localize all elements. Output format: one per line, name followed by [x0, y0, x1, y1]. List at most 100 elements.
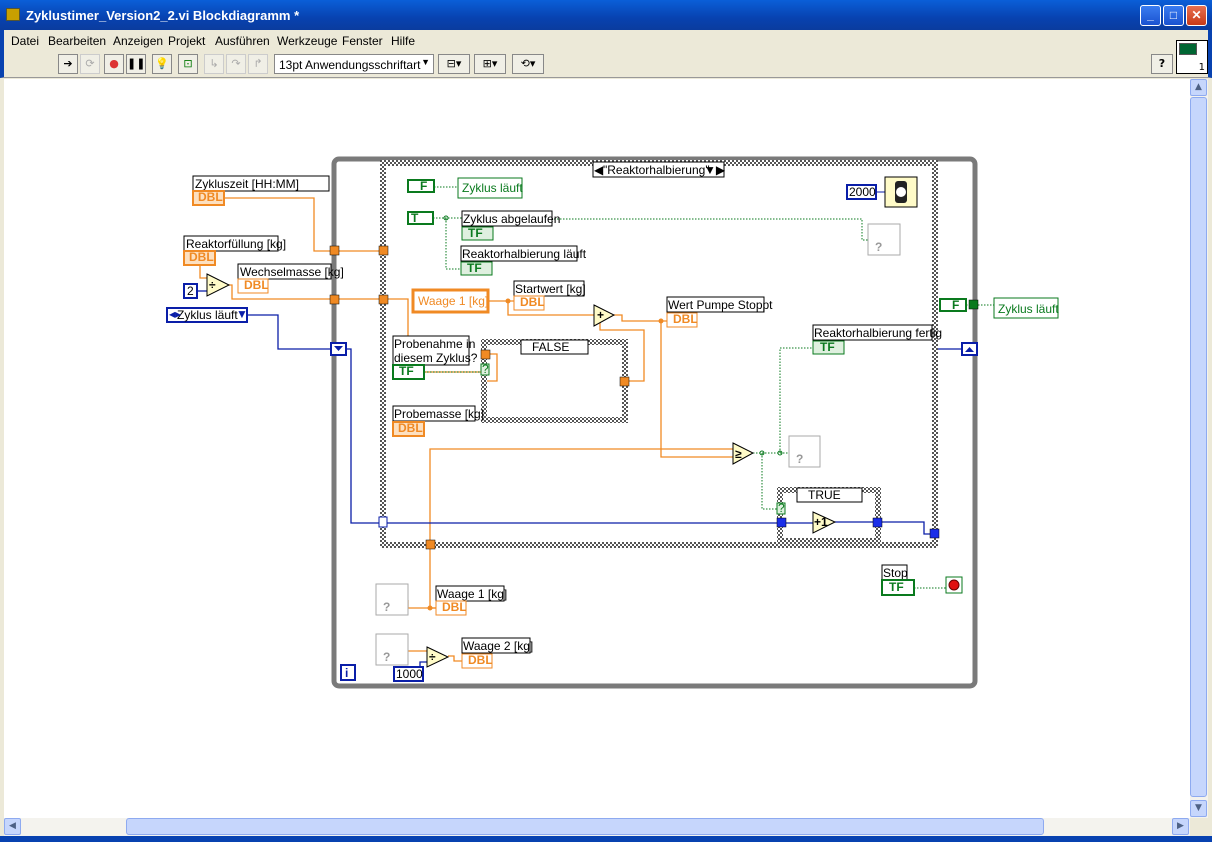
- menu-projekt[interactable]: Projekt: [168, 34, 205, 48]
- svg-text:TF: TF: [820, 340, 835, 354]
- menu-bar: Datei Bearbeiten Anzeigen Projekt Ausfüh…: [0, 30, 1212, 50]
- label-reaktorfuellung: Reaktorfüllung [kg]: [186, 237, 286, 251]
- svg-text:÷: ÷: [429, 650, 436, 664]
- shift-register-left[interactable]: [330, 342, 347, 356]
- svg-text:DBL: DBL: [468, 653, 493, 667]
- step-into-icon[interactable]: ↳: [204, 54, 224, 74]
- bool-control-probenahme[interactable]: TF: [392, 364, 425, 380]
- menu-hilfe[interactable]: Hilfe: [391, 34, 415, 48]
- unknown-subvi-icon[interactable]: ?: [867, 223, 901, 256]
- constant-wait-ms[interactable]: 2000: [846, 184, 877, 200]
- vi-icon[interactable]: 1: [1176, 40, 1208, 74]
- menu-fenster[interactable]: Fenster: [342, 34, 383, 48]
- bool-constant-false[interactable]: F: [407, 179, 435, 193]
- bool-constant-true[interactable]: T: [407, 211, 434, 225]
- svg-text:TF: TF: [467, 261, 482, 275]
- distribute-icon[interactable]: ⊞▾: [474, 54, 506, 74]
- highlight-execution-icon[interactable]: 💡: [152, 54, 172, 74]
- scroll-left-button[interactable]: ◀: [4, 818, 21, 835]
- unknown-subvi-icon[interactable]: ?: [788, 435, 821, 468]
- step-out-icon[interactable]: ↱: [248, 54, 268, 74]
- bool-indicator-zyklus-abgelaufen[interactable]: TF: [461, 226, 494, 241]
- shift-register-right[interactable]: [961, 342, 978, 356]
- stop-condition-terminal[interactable]: [945, 576, 963, 594]
- constant-thousand[interactable]: 1000: [393, 666, 424, 682]
- maximize-button[interactable]: □: [1163, 5, 1184, 26]
- block-diagram-canvas[interactable]: "Reaktorhalbierung" ◀ ▼▶ FALSE TRUE Zykl…: [4, 79, 1190, 818]
- scroll-right-button[interactable]: ▶: [1172, 818, 1189, 835]
- svg-text:DBL: DBL: [673, 312, 698, 326]
- case-selector-terminal-false: ?: [482, 362, 489, 376]
- svg-text:?: ?: [875, 240, 882, 254]
- menu-anzeigen[interactable]: Anzeigen: [113, 34, 163, 48]
- decrement-arrow-icon[interactable]: ◀: [594, 163, 604, 177]
- svg-text:Zyklus läuft: Zyklus läuft: [177, 308, 238, 322]
- scroll-down-button[interactable]: ▼: [1190, 800, 1207, 817]
- svg-text:Zyklus läuft: Zyklus läuft: [462, 181, 523, 195]
- dbl-control-zykluszeit[interactable]: DBL: [192, 190, 225, 206]
- svg-text:+: +: [597, 308, 604, 322]
- svg-text:F: F: [952, 298, 959, 312]
- align-icon[interactable]: ⊟▾: [438, 54, 470, 74]
- reorder-icon[interactable]: ⟲▾: [512, 54, 544, 74]
- menu-datei[interactable]: Datei: [11, 34, 39, 48]
- menu-bearbeiten[interactable]: Bearbeiten: [48, 34, 106, 48]
- bool-control-stop[interactable]: TF: [881, 579, 915, 596]
- dbl-control-reaktorfuellung[interactable]: DBL: [183, 250, 216, 266]
- run-continuously-icon[interactable]: ⟳: [80, 54, 100, 74]
- enum-zyklus-laeuft[interactable]: Zyklus läuft▼ ◂▸: [166, 307, 248, 323]
- svg-text:T: T: [411, 211, 419, 225]
- svg-text:÷: ÷: [209, 278, 216, 292]
- wait-ms-function-icon[interactable]: [884, 176, 918, 208]
- abort-icon[interactable]: ●: [104, 54, 124, 74]
- step-over-icon[interactable]: ↷: [226, 54, 246, 74]
- dbl-indicator-wechselmasse[interactable]: DBL: [237, 278, 269, 294]
- unknown-subvi-icon[interactable]: ?: [375, 583, 409, 616]
- unknown-subvi-icon[interactable]: ?: [375, 633, 409, 666]
- font-select[interactable]: 13pt Anwendungsschriftart ▼: [274, 54, 434, 74]
- vertical-scroll-thumb[interactable]: [1190, 97, 1207, 797]
- run-arrow-icon[interactable]: ➔: [58, 54, 78, 74]
- dbl-indicator-wert-pumpe-stoppt[interactable]: DBL: [666, 312, 698, 328]
- label-wechselmasse: Wechselmasse [kg]: [240, 265, 344, 279]
- horizontal-scrollbar[interactable]: ◀ ▶: [4, 818, 1190, 836]
- menu-ausfuehren[interactable]: Ausführen: [215, 34, 270, 48]
- bool-indicator-reaktorhalbierung-fertig[interactable]: TF: [812, 340, 845, 355]
- svg-text:TF: TF: [399, 364, 414, 378]
- dbl-control-probemasse[interactable]: DBL: [392, 421, 425, 437]
- svg-text:?: ?: [796, 452, 803, 466]
- true-case-selector[interactable]: TRUE: [808, 488, 841, 502]
- dbl-indicator-startwert[interactable]: DBL: [513, 295, 545, 311]
- bool-indicator-reaktorhalbierung-laeuft[interactable]: TF: [460, 261, 493, 276]
- window-title: Zyklustimer_Version2_2.vi Blockdiagramm …: [26, 8, 300, 23]
- vertical-scrollbar[interactable]: ▲ ▼: [1190, 79, 1208, 818]
- svg-text:DBL: DBL: [189, 250, 214, 264]
- svg-text:▼: ▼: [236, 307, 248, 321]
- dropdown-arrow-icon[interactable]: ▼▶: [704, 163, 726, 177]
- iteration-terminal: i: [340, 664, 356, 681]
- help-button[interactable]: ?: [1151, 54, 1173, 74]
- case-selector-value: "Reaktorhalbierung": [603, 163, 710, 177]
- constant-two[interactable]: 2: [183, 283, 198, 299]
- dbl-indicator-waage2[interactable]: DBL: [461, 653, 493, 669]
- local-variable-zyklus-laeuft[interactable]: Zyklus läuft: [457, 177, 523, 199]
- local-variable-zyklus-laeuft-out[interactable]: Zyklus läuft: [993, 297, 1059, 319]
- bool-constant-false-right[interactable]: F: [939, 298, 967, 312]
- dbl-indicator-waage1[interactable]: DBL: [435, 600, 467, 616]
- scroll-up-button[interactable]: ▲: [1190, 79, 1207, 96]
- menu-werkzeuge[interactable]: Werkzeuge: [277, 34, 337, 48]
- svg-text:1000: 1000: [396, 667, 423, 681]
- minimize-button[interactable]: _: [1140, 5, 1161, 26]
- false-case-selector[interactable]: FALSE: [532, 340, 569, 354]
- pause-icon[interactable]: ❚❚: [126, 54, 146, 74]
- close-button[interactable]: ✕: [1186, 5, 1207, 26]
- label-reaktorhalbierung-fertig: Reaktorhalbierung fertig: [814, 326, 942, 340]
- local-variable-waage1[interactable]: Waage 1 [kg]: [411, 288, 490, 314]
- label-waage2: Waage 2 [kg]: [463, 639, 533, 653]
- retain-wire-values-icon[interactable]: ⊡: [178, 54, 198, 74]
- svg-text:DBL: DBL: [398, 421, 423, 435]
- case-selector[interactable]: "Reaktorhalbierung" ◀ ▼▶: [592, 161, 726, 178]
- labview-vi-icon: [6, 8, 20, 21]
- svg-text:?: ?: [383, 600, 390, 614]
- horizontal-scroll-thumb[interactable]: [126, 818, 1044, 835]
